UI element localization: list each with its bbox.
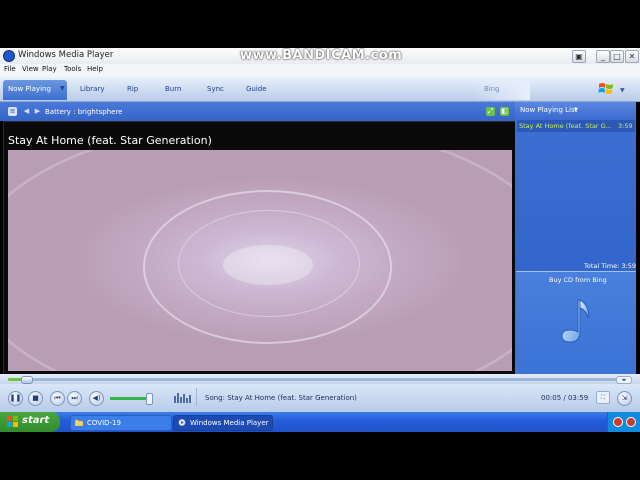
- playlist-item-title: Stay At Home (feat. Star G...: [519, 122, 611, 130]
- logo-menu-arrow-icon[interactable]: ▼: [620, 87, 625, 94]
- start-label: start: [22, 415, 50, 426]
- tab-burn[interactable]: Burn: [165, 85, 181, 93]
- folder-icon: [75, 419, 83, 426]
- start-flag-icon: [7, 416, 18, 427]
- seek-thumb[interactable]: [21, 376, 34, 384]
- tab-library[interactable]: Library: [80, 85, 104, 93]
- playlist-dropdown-arrow-icon[interactable]: ▼: [574, 107, 578, 113]
- status-text: Song: Stay At Home (feat. Star Generatio…: [205, 394, 357, 402]
- now-playing-list-dropdown[interactable]: Now Playing List: [520, 106, 577, 114]
- switch-mode-button[interactable]: ⇲: [617, 391, 632, 406]
- next-visualization-icon[interactable]: ▶: [33, 107, 42, 116]
- music-note-icon: [561, 299, 589, 343]
- next-button[interactable]: ⏭: [67, 391, 82, 406]
- visualization-canvas[interactable]: [8, 150, 512, 371]
- windows-logo-icon: [598, 83, 613, 94]
- now-playing-dropdown-arrow-icon[interactable]: ▼: [60, 85, 65, 92]
- taskbar-label: Windows Media Player: [190, 419, 269, 427]
- bandicam-watermark: www.BANDICAM.com: [240, 48, 403, 63]
- maximize-button[interactable]: □: [610, 50, 624, 63]
- maximize-video-icon[interactable]: ⤢: [486, 107, 495, 116]
- tab-now-playing[interactable]: Now Playing: [3, 80, 67, 100]
- close-button[interactable]: ✕: [625, 50, 639, 63]
- tray-app-icon[interactable]: [626, 417, 636, 427]
- now-playing-infobar: ≡ ◀ ▶ Battery : brightsphere ⤢ ◧: [0, 102, 515, 121]
- controls-divider: [196, 388, 197, 406]
- security-alert-icon[interactable]: [613, 417, 623, 427]
- taskbar-button-covid-folder[interactable]: COVID-19: [70, 415, 172, 431]
- options-menu-icon[interactable]: ≡: [8, 107, 17, 116]
- tab-rip[interactable]: Rip: [127, 85, 138, 93]
- menu-file[interactable]: File: [4, 65, 16, 73]
- tab-now-playing-label: Now Playing: [8, 85, 51, 93]
- visualization-glow: [223, 245, 313, 285]
- playlist-item-duration: 3:59: [618, 122, 633, 130]
- stop-button[interactable]: ■: [28, 391, 43, 406]
- tab-sync[interactable]: Sync: [207, 85, 224, 93]
- tab-guide[interactable]: Guide: [246, 85, 267, 93]
- menu-help[interactable]: Help: [87, 65, 103, 73]
- menu-view[interactable]: View: [22, 65, 39, 73]
- playlist-total-time: Total Time: 3:59: [584, 262, 637, 270]
- title-bar[interactable]: Windows Media Player www.BANDICAM.com ▣ …: [0, 48, 640, 64]
- taskbar-label: COVID-19: [87, 419, 121, 427]
- wmp-app-icon: [3, 50, 15, 62]
- buy-cd-link[interactable]: Buy CD from Bing: [549, 276, 607, 284]
- volume-level: [110, 397, 146, 400]
- minimize-button[interactable]: _: [596, 50, 610, 63]
- menu-play[interactable]: Play: [42, 65, 57, 73]
- previous-button[interactable]: ⏮: [50, 391, 65, 406]
- menu-bar: File View Play Tools Help: [0, 64, 640, 77]
- previous-visualization-icon[interactable]: ◀: [22, 107, 31, 116]
- equalizer-icon[interactable]: [173, 391, 195, 403]
- menu-tools[interactable]: Tools: [64, 65, 81, 73]
- window-title: Windows Media Player: [18, 50, 114, 60]
- seek-progress: [8, 378, 22, 381]
- tab-bing[interactable]: Bing: [484, 85, 500, 93]
- song-title-overlay: Stay At Home (feat. Star Generation): [8, 134, 212, 147]
- compact-mode-icon[interactable]: ◂▸: [616, 376, 632, 384]
- taskbar-button-wmp[interactable]: Windows Media Player: [173, 415, 273, 431]
- switch-to-compact-mode-button[interactable]: ▣: [572, 50, 586, 63]
- volume-slider-thumb[interactable]: [145, 393, 153, 405]
- bing-tab-background: [470, 80, 530, 100]
- show-list-pane-icon[interactable]: ◧: [500, 107, 509, 116]
- visualization-name: Battery : brightsphere: [45, 108, 123, 116]
- pause-button[interactable]: ❚❚: [8, 391, 23, 406]
- mute-button[interactable]: ◀): [89, 391, 104, 406]
- wmp-icon: [178, 419, 186, 426]
- seek-track[interactable]: [8, 378, 632, 381]
- feature-taskbar: Now Playing ▼ Library Rip Burn Sync Guid…: [0, 77, 640, 102]
- elapsed-time: 00:05 / 03:59: [541, 394, 589, 402]
- fullscreen-icon[interactable]: ⛶: [596, 391, 610, 404]
